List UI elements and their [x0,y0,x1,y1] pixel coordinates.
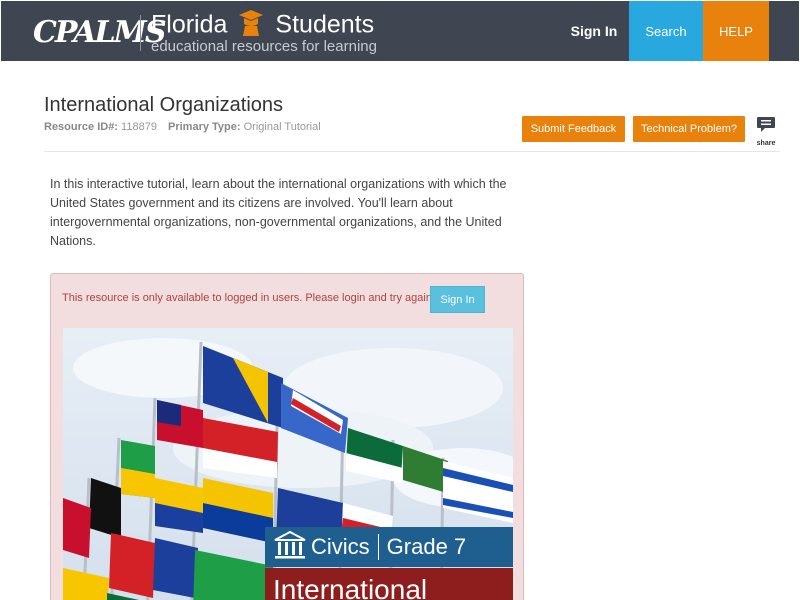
share-label: share [756,140,776,147]
banner-separator [377,534,379,560]
grade-label: Grade 7 [386,534,467,559]
civics-grade-banner: Civics Grade 7 [265,527,513,567]
page-title: International Organizations [44,94,284,116]
header-signin-link[interactable]: Sign In [559,1,629,61]
primary-type-label: Primary Type: [168,121,241,133]
site-subtitle: educational resources for learning [151,38,377,55]
technical-problem-button[interactable]: Technical Problem? [633,116,745,142]
resource-meta: Resource ID#: 118879 Primary Type: Origi… [44,121,321,133]
site-title-florida: Florida [151,10,228,39]
logo-text: CPALMS [33,15,166,50]
subject-label: Civics [311,534,370,559]
cpalms-logo[interactable]: CPALMS [33,15,166,51]
alert-message: This resource is only available to logge… [62,292,435,304]
alert-signin-button[interactable]: Sign In [430,286,485,313]
header-divider [140,15,141,51]
resource-id-label: Resource ID#: [44,121,118,133]
header-search-button[interactable]: Search [629,1,703,61]
site-title-students: Students [275,10,375,39]
tutorial-title-banner: International [265,568,513,600]
resource-description: In this interactive tutorial, learn abou… [50,177,507,248]
speech-bubble-icon [756,117,776,138]
government-building-icon [273,530,307,565]
resource-id-value: 118879 [121,121,157,133]
top-navigation-bar: CPALMS Florida Students educational reso… [1,1,799,61]
primary-type-value: Original Tutorial [243,121,321,133]
submit-feedback-button[interactable]: Submit Feedback [522,116,625,142]
share-button[interactable]: share [754,116,778,147]
header-help-button[interactable]: HELP [703,1,769,61]
tutorial-cover-image: Civics Grade 7 International [63,328,513,600]
title-divider [44,151,780,152]
login-required-alert: This resource is only available to logge… [50,273,524,600]
